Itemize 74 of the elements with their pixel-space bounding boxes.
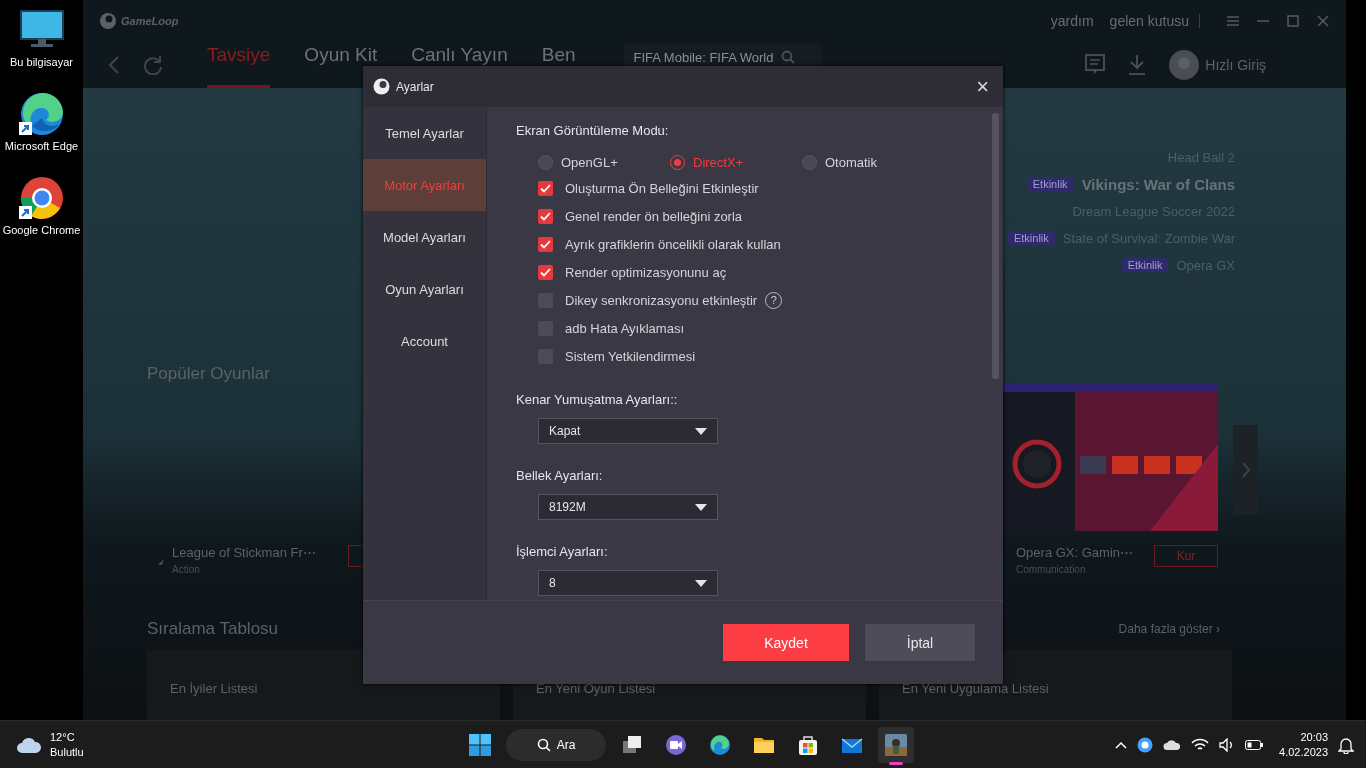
start-icon[interactable] xyxy=(468,733,492,757)
cloud-icon[interactable] xyxy=(1163,738,1182,751)
game-category: Communication xyxy=(1016,564,1087,576)
save-button[interactable]: Kaydet xyxy=(723,624,849,661)
radio-button[interactable] xyxy=(802,155,817,170)
radio-label[interactable]: Otomatik xyxy=(825,155,877,170)
ranking-title: En Yeni Oyun Listesi xyxy=(536,681,657,696)
game-icon xyxy=(158,559,164,566)
chrome-icon[interactable] xyxy=(17,176,66,220)
checkbox-label[interactable]: Oluşturma Ön Belleğini Etkinleştir xyxy=(565,180,759,196)
ranking-title: En İyiler Listesi xyxy=(170,681,259,696)
setting-label: İşlemci Ayarları: xyxy=(516,544,609,559)
logo-text: GameLoop xyxy=(121,15,179,27)
dialog-title: Ayarlar xyxy=(396,79,434,94)
clock-date[interactable]: 4.02.2023 xyxy=(1279,744,1328,760)
desktop-icon-label[interactable]: Google Chrome xyxy=(2,223,81,238)
radio-button[interactable] xyxy=(538,155,553,170)
game-category: Action xyxy=(172,564,201,576)
chevron-right-icon xyxy=(1240,461,1251,478)
dropdown[interactable]: 8192M xyxy=(538,494,718,520)
edge-icon[interactable] xyxy=(17,92,66,136)
close-button[interactable]: × xyxy=(972,75,993,98)
weather-condition[interactable]: Bulutlu xyxy=(50,744,84,760)
wifi-icon[interactable] xyxy=(1191,737,1210,752)
checkbox-label[interactable]: adb Hata Ayıklaması xyxy=(565,320,684,336)
ranking-title: En Yeni Uygulama Listesi xyxy=(902,681,1050,696)
cloud-icon[interactable] xyxy=(16,735,42,754)
checkbox[interactable] xyxy=(538,208,553,224)
setting-label: Kenar Yumuşatma Ayarları:: xyxy=(516,392,679,407)
desktop-icon-label[interactable]: Bu bilgisayar xyxy=(10,55,73,70)
caret-icon xyxy=(695,579,707,587)
setting-label: Bellek Ayarları: xyxy=(516,468,604,483)
search-icon xyxy=(536,738,551,752)
section-title: Sıralama Tablosu xyxy=(147,618,279,639)
temperature[interactable]: 12°C xyxy=(50,729,84,745)
logo-icon xyxy=(373,78,390,95)
dropdown[interactable]: 8 xyxy=(538,570,718,596)
game-icon[interactable] xyxy=(884,733,908,757)
event-tag: Etkinlik xyxy=(1007,231,1055,245)
sidebar-item[interactable]: Temel Ayarlar xyxy=(363,107,486,159)
checkbox-label[interactable]: Render optimizasyonunu aç xyxy=(565,264,727,280)
battery-icon[interactable] xyxy=(1245,739,1264,750)
event-tag: Etkinlik xyxy=(1121,258,1169,272)
sidebar-item[interactable]: Account xyxy=(363,315,486,367)
caret-icon xyxy=(695,503,707,511)
checkbox[interactable] xyxy=(538,236,553,252)
logo-icon xyxy=(99,12,117,30)
chat-icon[interactable] xyxy=(664,733,688,757)
cancel-button[interactable]: İptal xyxy=(865,624,975,661)
app-tray-icon[interactable] xyxy=(1137,736,1154,753)
close-icon[interactable] xyxy=(1316,14,1330,28)
sidebar-item[interactable]: Model Ayarları xyxy=(363,211,486,263)
section-title: Popüler Oyunlar xyxy=(147,364,271,385)
checkbox-label[interactable]: Sistem Yetkilendirmesi xyxy=(565,348,696,364)
dropdown[interactable]: Kapat xyxy=(538,418,718,444)
checkbox[interactable] xyxy=(538,180,553,196)
chevron-up-icon[interactable] xyxy=(1115,740,1128,749)
notification-icon[interactable] xyxy=(1338,735,1354,754)
checkbox-label[interactable]: Dikey senkronizasyonu etkinleştir xyxy=(565,292,758,308)
search-box[interactable]: Ara xyxy=(506,729,606,761)
checkbox-label[interactable]: Genel render ön belleğini zorla xyxy=(565,208,743,224)
edge-icon[interactable] xyxy=(708,733,732,757)
avatar-icon[interactable] xyxy=(1169,50,1200,80)
checkbox[interactable] xyxy=(538,264,553,280)
section-label: Ekran Görüntüleme Modu: xyxy=(516,123,670,138)
radio-label[interactable]: OpenGL+ xyxy=(561,155,618,170)
scrollbar[interactable] xyxy=(992,113,999,379)
checkbox-label[interactable]: Ayrık grafiklerin öncelikli olarak kullan xyxy=(565,236,781,252)
caret-icon xyxy=(695,427,707,435)
desktop-icon-label[interactable]: Microsoft Edge xyxy=(4,139,79,154)
clock-time[interactable]: 20:03 xyxy=(1279,729,1328,745)
store-icon[interactable] xyxy=(796,733,820,757)
event-tag: Etkinlik xyxy=(1026,177,1074,191)
sidebar-item[interactable]: Oyun Ayarları xyxy=(363,263,486,315)
